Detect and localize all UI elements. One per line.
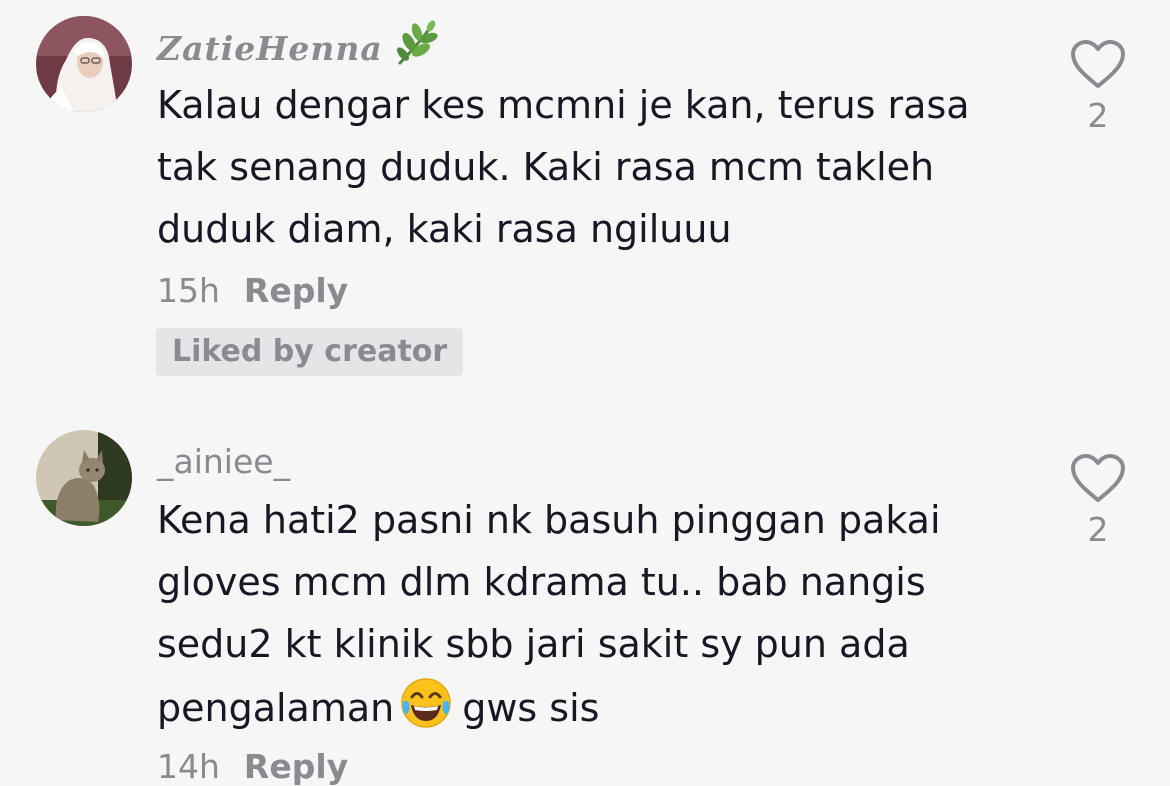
comment-meta: 14h Reply — [157, 747, 348, 786]
comment-line: pengalaman gws sis — [157, 675, 1017, 739]
reply-button[interactable]: Reply — [244, 747, 348, 786]
like-count: 2 — [1087, 510, 1109, 549]
timestamp: 15h — [157, 271, 220, 310]
like-button[interactable]: 2 — [1066, 452, 1130, 549]
like-button[interactable]: 2 — [1066, 38, 1130, 135]
timestamp: 14h — [157, 747, 220, 786]
avatar[interactable] — [36, 16, 132, 112]
comment-meta: 15h Reply — [157, 271, 348, 310]
comment-line: tak senang duduk. Kaki rasa mcm takleh — [157, 145, 935, 189]
tears-of-joy-emoji-icon — [398, 675, 454, 731]
comment-line: Kalau dengar kes mcmni je kan, terus ras… — [157, 83, 970, 127]
comment-line: duduk diam, kaki rasa ngiluuu — [157, 207, 732, 251]
username-text[interactable]: ZatieHenna — [157, 29, 383, 68]
reply-button[interactable]: Reply — [244, 271, 348, 310]
comment-text: Kalau dengar kes mcmni je kan, terus ras… — [157, 74, 1017, 260]
leaf-icon — [393, 20, 441, 74]
comment-line-text: pengalaman — [157, 686, 395, 730]
like-count: 2 — [1087, 96, 1109, 135]
comment-line-text: gws sis — [462, 686, 600, 730]
heart-icon[interactable] — [1069, 38, 1127, 90]
comment-line: gloves mcm dlm kdrama tu.. bab nangis — [157, 560, 926, 604]
comment-text: Kena hati2 pasni nk basuh pinggan pakai … — [157, 489, 1017, 739]
username[interactable]: _ainiee_ — [157, 442, 290, 481]
avatar[interactable] — [36, 430, 132, 526]
comment-line: Kena hati2 pasni nk basuh pinggan pakai — [157, 498, 941, 542]
liked-by-creator-badge: Liked by creator — [156, 328, 464, 376]
username[interactable]: ZatieHenna — [157, 20, 441, 74]
comment-line: sedu2 kt klinik sbb jari sakit sy pun ad… — [157, 622, 910, 666]
avatar-cat-icon — [36, 430, 132, 526]
heart-icon[interactable] — [1069, 452, 1127, 504]
avatar-hijab-woman-icon — [36, 16, 132, 112]
